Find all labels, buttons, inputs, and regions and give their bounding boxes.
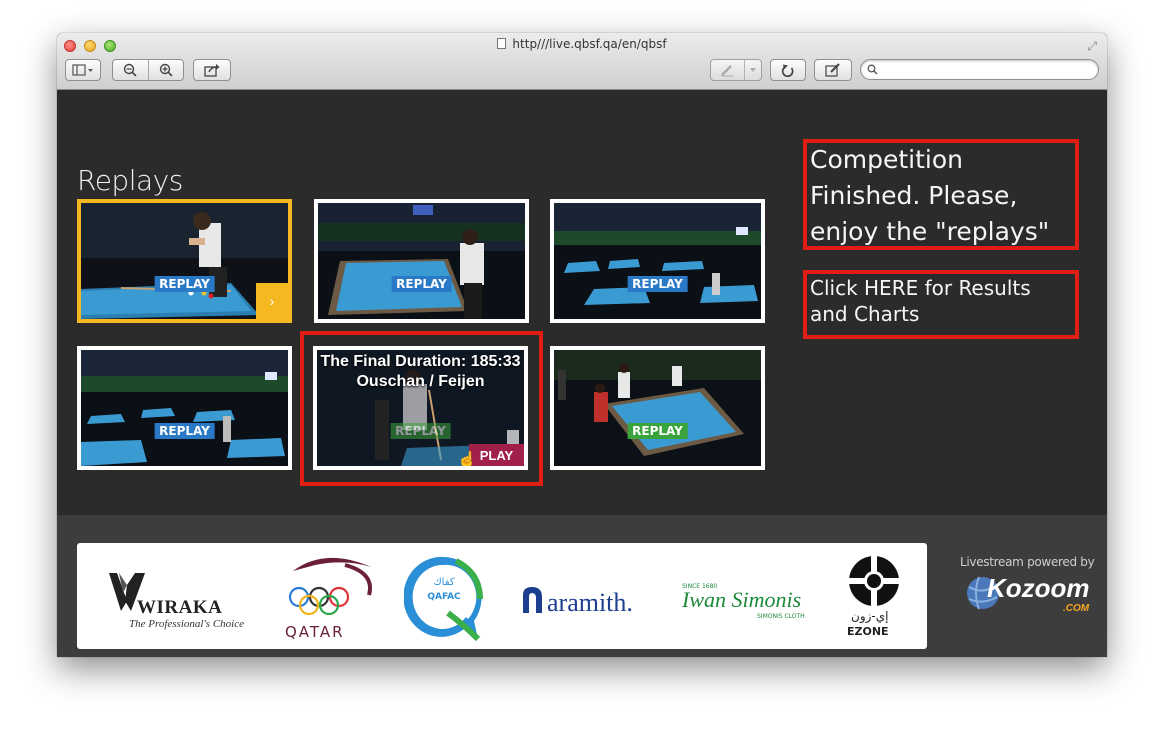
replay-badge: REPLAY [627,423,688,439]
sponsor-strip: WIRAKA The Professional's Choice QATAR ك… [77,543,927,649]
qatar-name: QATAR [285,623,345,641]
address-display[interactable]: http///live.qbsf.qa/en/qbsf [57,37,1107,51]
billiard-hall-image [81,350,288,466]
zoom-button-group [112,59,184,81]
page-content: Replays REPLAY › REPLAY REPLAY REPLAY Th… [57,90,1107,515]
sidebar-button[interactable] [65,59,101,81]
billiard-scene-image [318,203,525,319]
browser-titlebar: http///live.qbsf.qa/en/qbsf ⤢ [57,33,1107,90]
replay-badge: REPLAY [154,276,215,292]
wiraka-tagline: The Professional's Choice [129,618,244,630]
share-icon [204,64,220,77]
url-text: http///live.qbsf.qa/en/qbsf [512,37,667,51]
highlight-button-group [710,59,762,81]
document-icon [497,38,507,49]
chevron-down-icon [749,68,756,72]
replay-badge: REPLAY [391,276,452,292]
search-icon [867,64,878,75]
edit-button[interactable] [814,59,852,81]
replay-thumbnail-6[interactable]: REPLAY [550,346,765,470]
qafac-name: QAFAC [427,592,461,602]
ezone-arabic: إي-زون [851,609,889,623]
qatar-olympic-logo[interactable] [285,551,377,621]
zoom-out-icon [124,63,138,77]
search-input[interactable] [882,62,1082,77]
replay-badge: REPLAY [627,276,688,292]
replay-badge: REPLAY [154,423,215,439]
competition-finished-notice: Competition Finished. Please, enjoy the … [810,145,1050,246]
aramith-name: aramith. [547,588,633,617]
edit-icon [825,63,840,77]
billiard-hall-image [554,203,761,319]
wiraka-name: WIRAKA [137,597,223,618]
qafac-logo[interactable]: كفاك QAFAC [404,553,486,641]
browser-window: http///live.qbsf.qa/en/qbsf ⤢ Replays RE… [57,33,1107,657]
kozoom-com: .COM [1063,603,1090,614]
play-arrow-icon[interactable]: › [256,283,288,319]
highlight-icon [721,65,734,77]
qafac-arabic: كفاك [433,577,454,588]
replay-thumbnail-2[interactable]: REPLAY [314,199,529,323]
powered-by-label: Livestream powered by [960,555,1095,569]
sidebar-icon [72,64,93,76]
simonis-name[interactable]: Iwan Simonis [682,587,801,613]
replay-thumbnail-3[interactable]: REPLAY [550,199,765,323]
search-field[interactable] [860,59,1099,80]
ezone-name: EZONE [847,625,889,638]
zoom-in-button[interactable] [147,60,183,80]
reload-button[interactable] [770,59,806,81]
highlight-menu-button[interactable] [743,60,761,80]
replays-title: Replays [77,164,183,197]
fullscreen-icon[interactable]: ⤢ [1087,39,1097,54]
reload-icon [781,64,794,77]
highlight-button[interactable] [711,60,744,80]
highlight-frame-thumbnail [300,331,543,486]
billiard-scene-image [554,350,761,466]
kozoom-logo[interactable]: Kozoom [987,573,1090,604]
results-link[interactable]: Click HERE for Results and Charts [810,275,1074,327]
zoom-in-icon [159,63,173,77]
share-button[interactable] [193,59,231,81]
replay-thumbnail-1[interactable]: REPLAY › [77,199,292,323]
simonis-sub: SIMONIS CLOTH [757,613,805,620]
sponsor-footer: WIRAKA The Professional's Choice QATAR ك… [57,515,1107,657]
ezone-logo[interactable] [847,553,901,609]
replay-thumbnail-4[interactable]: REPLAY [77,346,292,470]
zoom-out-button[interactable] [113,60,148,80]
aramith-logo[interactable] [520,585,546,615]
